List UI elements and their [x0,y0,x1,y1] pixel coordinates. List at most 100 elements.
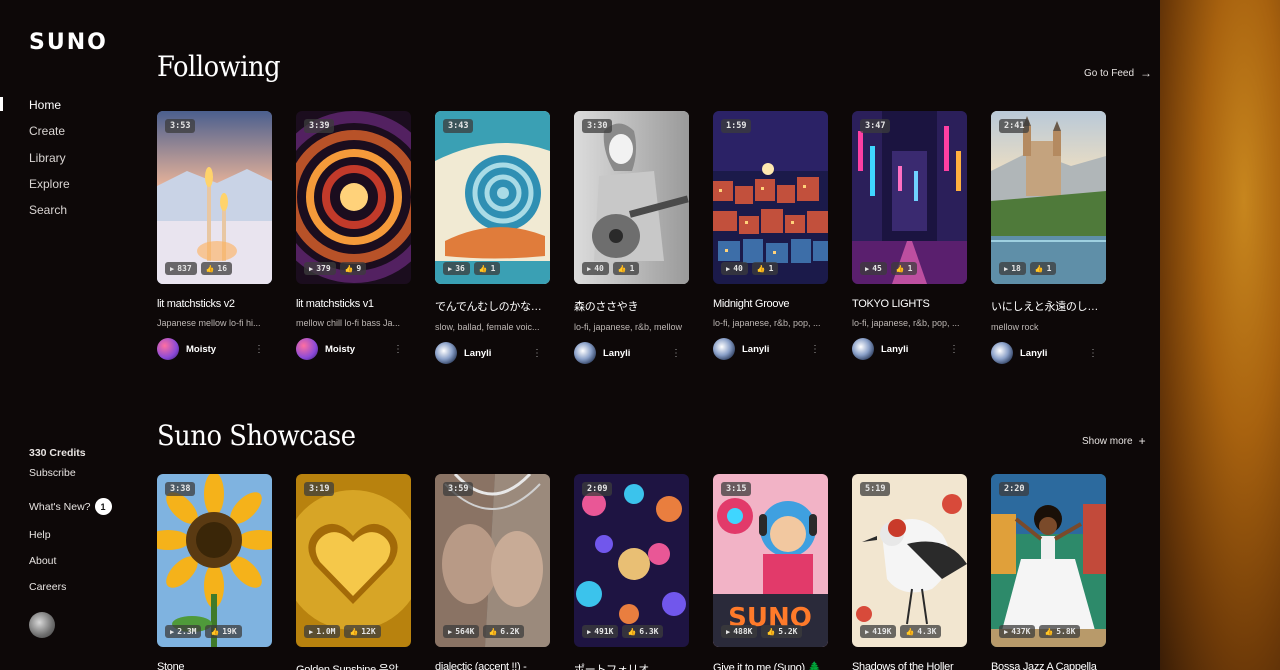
song-card[interactable]: 3:38 ▶ 2.3M 👍 19K Stone [157,474,272,670]
song-cover-art[interactable]: 5:19 ▶ 419K 👍 4.3K [852,474,967,647]
song-card[interactable]: SUNO 3:15 ▶ 488K 👍 5.2K Give it to me (Suno) 🌲 [713,474,828,670]
song-card[interactable]: 5:19 ▶ 419K 👍 4.3K Shadows of the Holler [852,474,967,670]
credits-count[interactable]: 330 Credits [29,446,86,466]
song-card[interactable]: 3:30 ▶ 40 👍 1 森のささやき lo-fi, japanese, r&b, mel… [574,111,689,364]
song-title[interactable]: dialectic (accent !!) - [435,661,550,670]
more-options-icon[interactable]: ⋮ [254,344,264,355]
song-title[interactable]: lit matchsticks v1 [296,298,411,310]
like-count[interactable]: 👍 1 [473,262,501,275]
song-tags[interactable]: mellow rock [991,322,1106,332]
song-cover-art[interactable]: 3:59 ▶ 564K 👍 6.2K [435,474,550,647]
song-tags[interactable]: mellow chill lo-fi bass Ja... [296,318,411,328]
like-count[interactable]: 👍 6.2K [483,625,525,638]
more-options-icon[interactable]: ⋮ [810,344,820,355]
song-cover-art[interactable]: 2:20 ▶ 437K 👍 5.8K [991,474,1106,647]
suno-logo[interactable]: SUNO [29,30,108,55]
song-cover-art[interactable]: 3:43 ▶ 36 👍 1 [435,111,550,284]
go-to-feed-link[interactable]: Go to Feed → [1084,66,1152,80]
song-cover-art[interactable]: 3:19 ▶ 1.0M 👍 12K [296,474,411,647]
artist-name[interactable]: Lanyli [1020,348,1047,359]
song-title[interactable]: Stone [157,661,272,670]
song-title[interactable]: Midnight Groove [713,298,828,310]
song-card[interactable]: 1:59 ▶ 40 👍 1 Midnight Groove lo-fi, japanese,… [713,111,828,364]
song-card[interactable]: 2:09 ▶ 491K 👍 6.3K ポートフォリオ [574,474,689,670]
song-card[interactable]: 3:39 ▶ 379 👍 9 lit matchsticks v1 mellow chill… [296,111,411,364]
artist-name[interactable]: Moisty [186,344,216,355]
more-options-icon[interactable]: ⋮ [393,344,403,355]
song-title[interactable]: lit matchsticks v2 [157,298,272,310]
artist-name[interactable]: Lanyli [603,348,630,359]
like-count[interactable]: 👍 1 [1029,262,1057,275]
nav-explore[interactable]: Explore [29,176,70,202]
show-more-link[interactable]: Show more + [1082,434,1146,448]
song-card[interactable]: 3:19 ▶ 1.0M 👍 12K Golden Sunshine 음악 [296,474,411,670]
song-tags[interactable]: slow, ballad, female voic... [435,322,550,332]
song-title[interactable]: Golden Sunshine 음악 [296,661,411,670]
artist-avatar[interactable] [296,338,318,360]
like-count[interactable]: 👍 1 [751,262,779,275]
song-card[interactable]: 2:20 ▶ 437K 👍 5.8K Bossa Jazz A Cappella [991,474,1106,670]
like-count[interactable]: 👍 5.8K [1039,625,1081,638]
song-cover-art[interactable]: 3:39 ▶ 379 👍 9 [296,111,411,284]
artist-avatar[interactable] [435,342,457,364]
artist-name[interactable]: Moisty [325,344,355,355]
artist-avatar[interactable] [991,342,1013,364]
like-count[interactable]: 👍 9 [339,262,367,275]
song-card[interactable]: 2:41 ▶ 18 👍 1 いにしえと永遠のしらべ mellow rock Lanyli ⋮ [991,111,1106,364]
song-cover-art[interactable]: 2:09 ▶ 491K 👍 6.3K [574,474,689,647]
like-count[interactable]: 👍 16 [200,262,233,275]
like-count[interactable]: 👍 6.3K [622,625,664,638]
like-count[interactable]: 👍 4.3K [900,625,942,638]
more-options-icon[interactable]: ⋮ [949,344,959,355]
song-cover-art[interactable]: 1:59 ▶ 40 👍 1 [713,111,828,284]
whats-new-link[interactable]: What's New? 1 [29,498,112,515]
more-options-icon[interactable]: ⋮ [532,348,542,359]
user-avatar[interactable] [29,612,55,638]
artist-avatar[interactable] [157,338,179,360]
about-link[interactable]: About [29,554,66,580]
artist-avatar[interactable] [574,342,596,364]
nav-library[interactable]: Library [29,150,70,176]
like-count[interactable]: 👍 5.2K [761,625,803,638]
song-title[interactable]: Give it to me (Suno) 🌲 [713,661,828,670]
artist-name[interactable]: Lanyli [464,348,491,359]
like-count[interactable]: 👍 19K [205,625,242,638]
artist-name[interactable]: Lanyli [742,344,769,355]
song-cover-art[interactable]: 3:38 ▶ 2.3M 👍 19K [157,474,272,647]
like-count[interactable]: 👍 1 [612,262,640,275]
song-card[interactable]: 3:53 ▶ 837 👍 16 lit matchsticks v2 Japanese me… [157,111,272,364]
song-cover-art[interactable]: 3:47 ▶ 45 👍 1 [852,111,967,284]
song-title[interactable]: Bossa Jazz A Cappella [991,661,1106,670]
nav-home[interactable]: Home [29,97,70,123]
song-tags[interactable]: lo-fi, japanese, r&b, pop, ... [713,318,828,328]
song-card[interactable]: 3:59 ▶ 564K 👍 6.2K dialectic (accent !!) - [435,474,550,670]
nav-create[interactable]: Create [29,123,70,149]
song-cover-art[interactable]: 2:41 ▶ 18 👍 1 [991,111,1106,284]
song-card[interactable]: 3:47 ▶ 45 👍 1 TOKYO LIGHTS lo-fi, japanese, r&… [852,111,967,364]
artist-avatar[interactable] [713,338,735,360]
song-tags[interactable]: lo-fi, japanese, r&b, mellow [574,322,689,332]
artist-avatar[interactable] [852,338,874,360]
subscribe-link[interactable]: Subscribe [29,466,86,486]
song-card[interactable]: 3:43 ▶ 36 👍 1 でんでんむしのかなしみ slow, ballad, female… [435,111,550,364]
song-title[interactable]: でんでんむしのかなしみ [435,298,550,314]
more-options-icon[interactable]: ⋮ [671,348,681,359]
song-title[interactable]: いにしえと永遠のしらべ [991,298,1106,314]
song-cover-art[interactable]: 3:53 ▶ 837 👍 16 [157,111,272,284]
song-title[interactable]: ポートフォリオ [574,661,689,670]
careers-link[interactable]: Careers [29,580,66,606]
song-tags[interactable]: Japanese mellow lo-fi hi... [157,318,272,328]
song-cover-art[interactable]: SUNO 3:15 ▶ 488K 👍 5.2K [713,474,828,647]
song-title[interactable]: TOKYO LIGHTS [852,298,967,310]
like-count[interactable]: 👍 1 [890,262,918,275]
like-count[interactable]: 👍 12K [344,625,381,638]
nav-search[interactable]: Search [29,202,70,228]
song-title[interactable]: Shadows of the Holler [852,661,967,670]
more-options-icon[interactable]: ⋮ [1088,348,1098,359]
song-tags[interactable]: lo-fi, japanese, r&b, pop, ... [852,318,967,328]
artist-name[interactable]: Lanyli [881,344,908,355]
help-link[interactable]: Help [29,528,66,554]
song-title[interactable]: 森のささやき [574,298,689,314]
whats-new-badge: 1 [94,498,112,515]
song-cover-art[interactable]: 3:30 ▶ 40 👍 1 [574,111,689,284]
